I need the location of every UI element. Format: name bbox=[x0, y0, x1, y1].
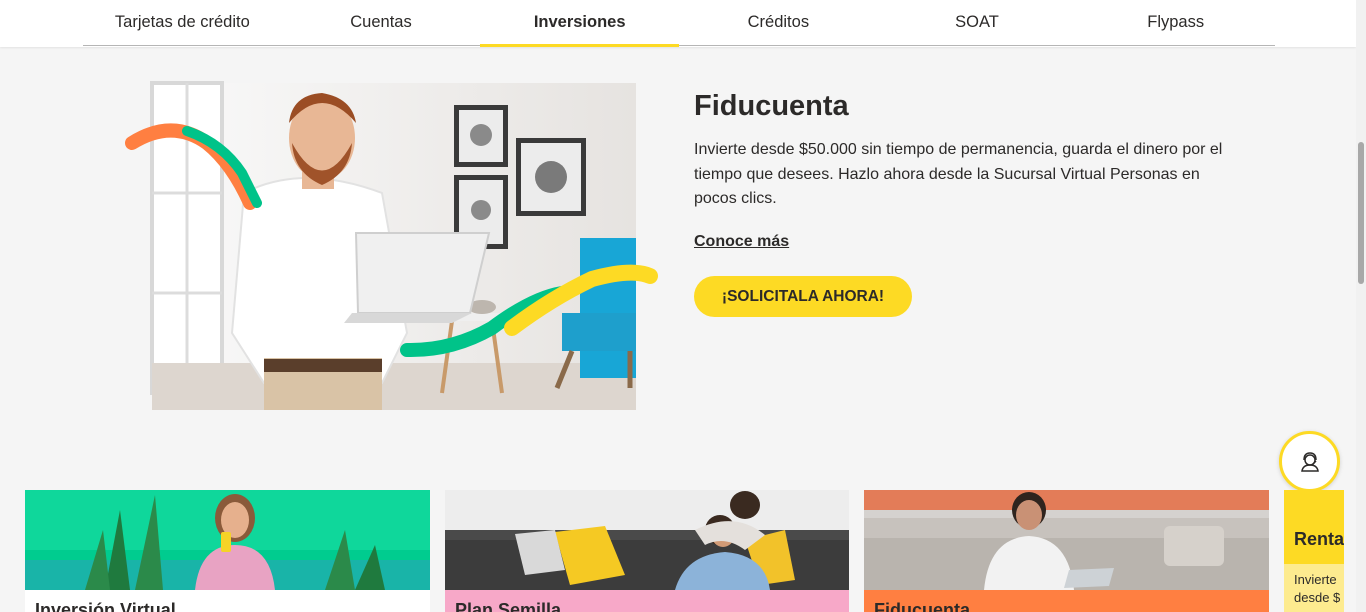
card-plan-semilla[interactable]: Plan Semilla bbox=[445, 490, 849, 612]
top-navigation: Tarjetas de crédito Cuentas Inversiones … bbox=[0, 0, 1356, 47]
scrollbar-thumb[interactable] bbox=[1358, 142, 1364, 284]
tab-flypass[interactable]: Flypass bbox=[1076, 0, 1275, 45]
learn-more-link[interactable]: Conoce más bbox=[694, 233, 789, 251]
hero-title: Fiducuenta bbox=[694, 90, 849, 122]
hero-description: Invierte desde $50.000 sin tiempo de per… bbox=[694, 141, 1223, 207]
card-text: Invierte desde $ bbox=[1294, 571, 1340, 607]
apply-now-button[interactable]: ¡SOLICITALA AHORA! bbox=[694, 276, 912, 317]
card-inversion-virtual[interactable]: Inversión Virtual bbox=[25, 490, 430, 612]
chat-assistant-button[interactable] bbox=[1279, 431, 1340, 492]
card-text-line: Invierte bbox=[1294, 572, 1337, 587]
card-image bbox=[864, 490, 1269, 590]
card-image bbox=[445, 490, 849, 590]
tab-soat[interactable]: SOAT bbox=[878, 0, 1077, 45]
card-fiducuenta[interactable]: Fiducuenta bbox=[864, 490, 1269, 612]
page-scrollbar[interactable] bbox=[1356, 0, 1366, 612]
card-title: Fiducuenta bbox=[874, 600, 971, 612]
tab-cuentas[interactable]: Cuentas bbox=[282, 0, 481, 45]
tab-inversiones[interactable]: Inversiones bbox=[480, 0, 679, 47]
card-image bbox=[25, 490, 430, 590]
chat-agent-icon bbox=[1300, 451, 1319, 472]
card-text-line: desde $ bbox=[1294, 590, 1341, 605]
product-tabs: Tarjetas de crédito Cuentas Inversiones … bbox=[83, 0, 1275, 47]
card-renta[interactable]: Renta Invierte desde $ bbox=[1284, 490, 1344, 612]
card-title: Plan Semilla bbox=[455, 600, 562, 612]
card-title: Inversión Virtual bbox=[35, 600, 176, 612]
tab-creditos[interactable]: Créditos bbox=[679, 0, 878, 45]
card-title: Renta bbox=[1294, 529, 1344, 549]
hero-image bbox=[125, 81, 658, 410]
tab-tarjetas-de-credito[interactable]: Tarjetas de crédito bbox=[83, 0, 282, 45]
